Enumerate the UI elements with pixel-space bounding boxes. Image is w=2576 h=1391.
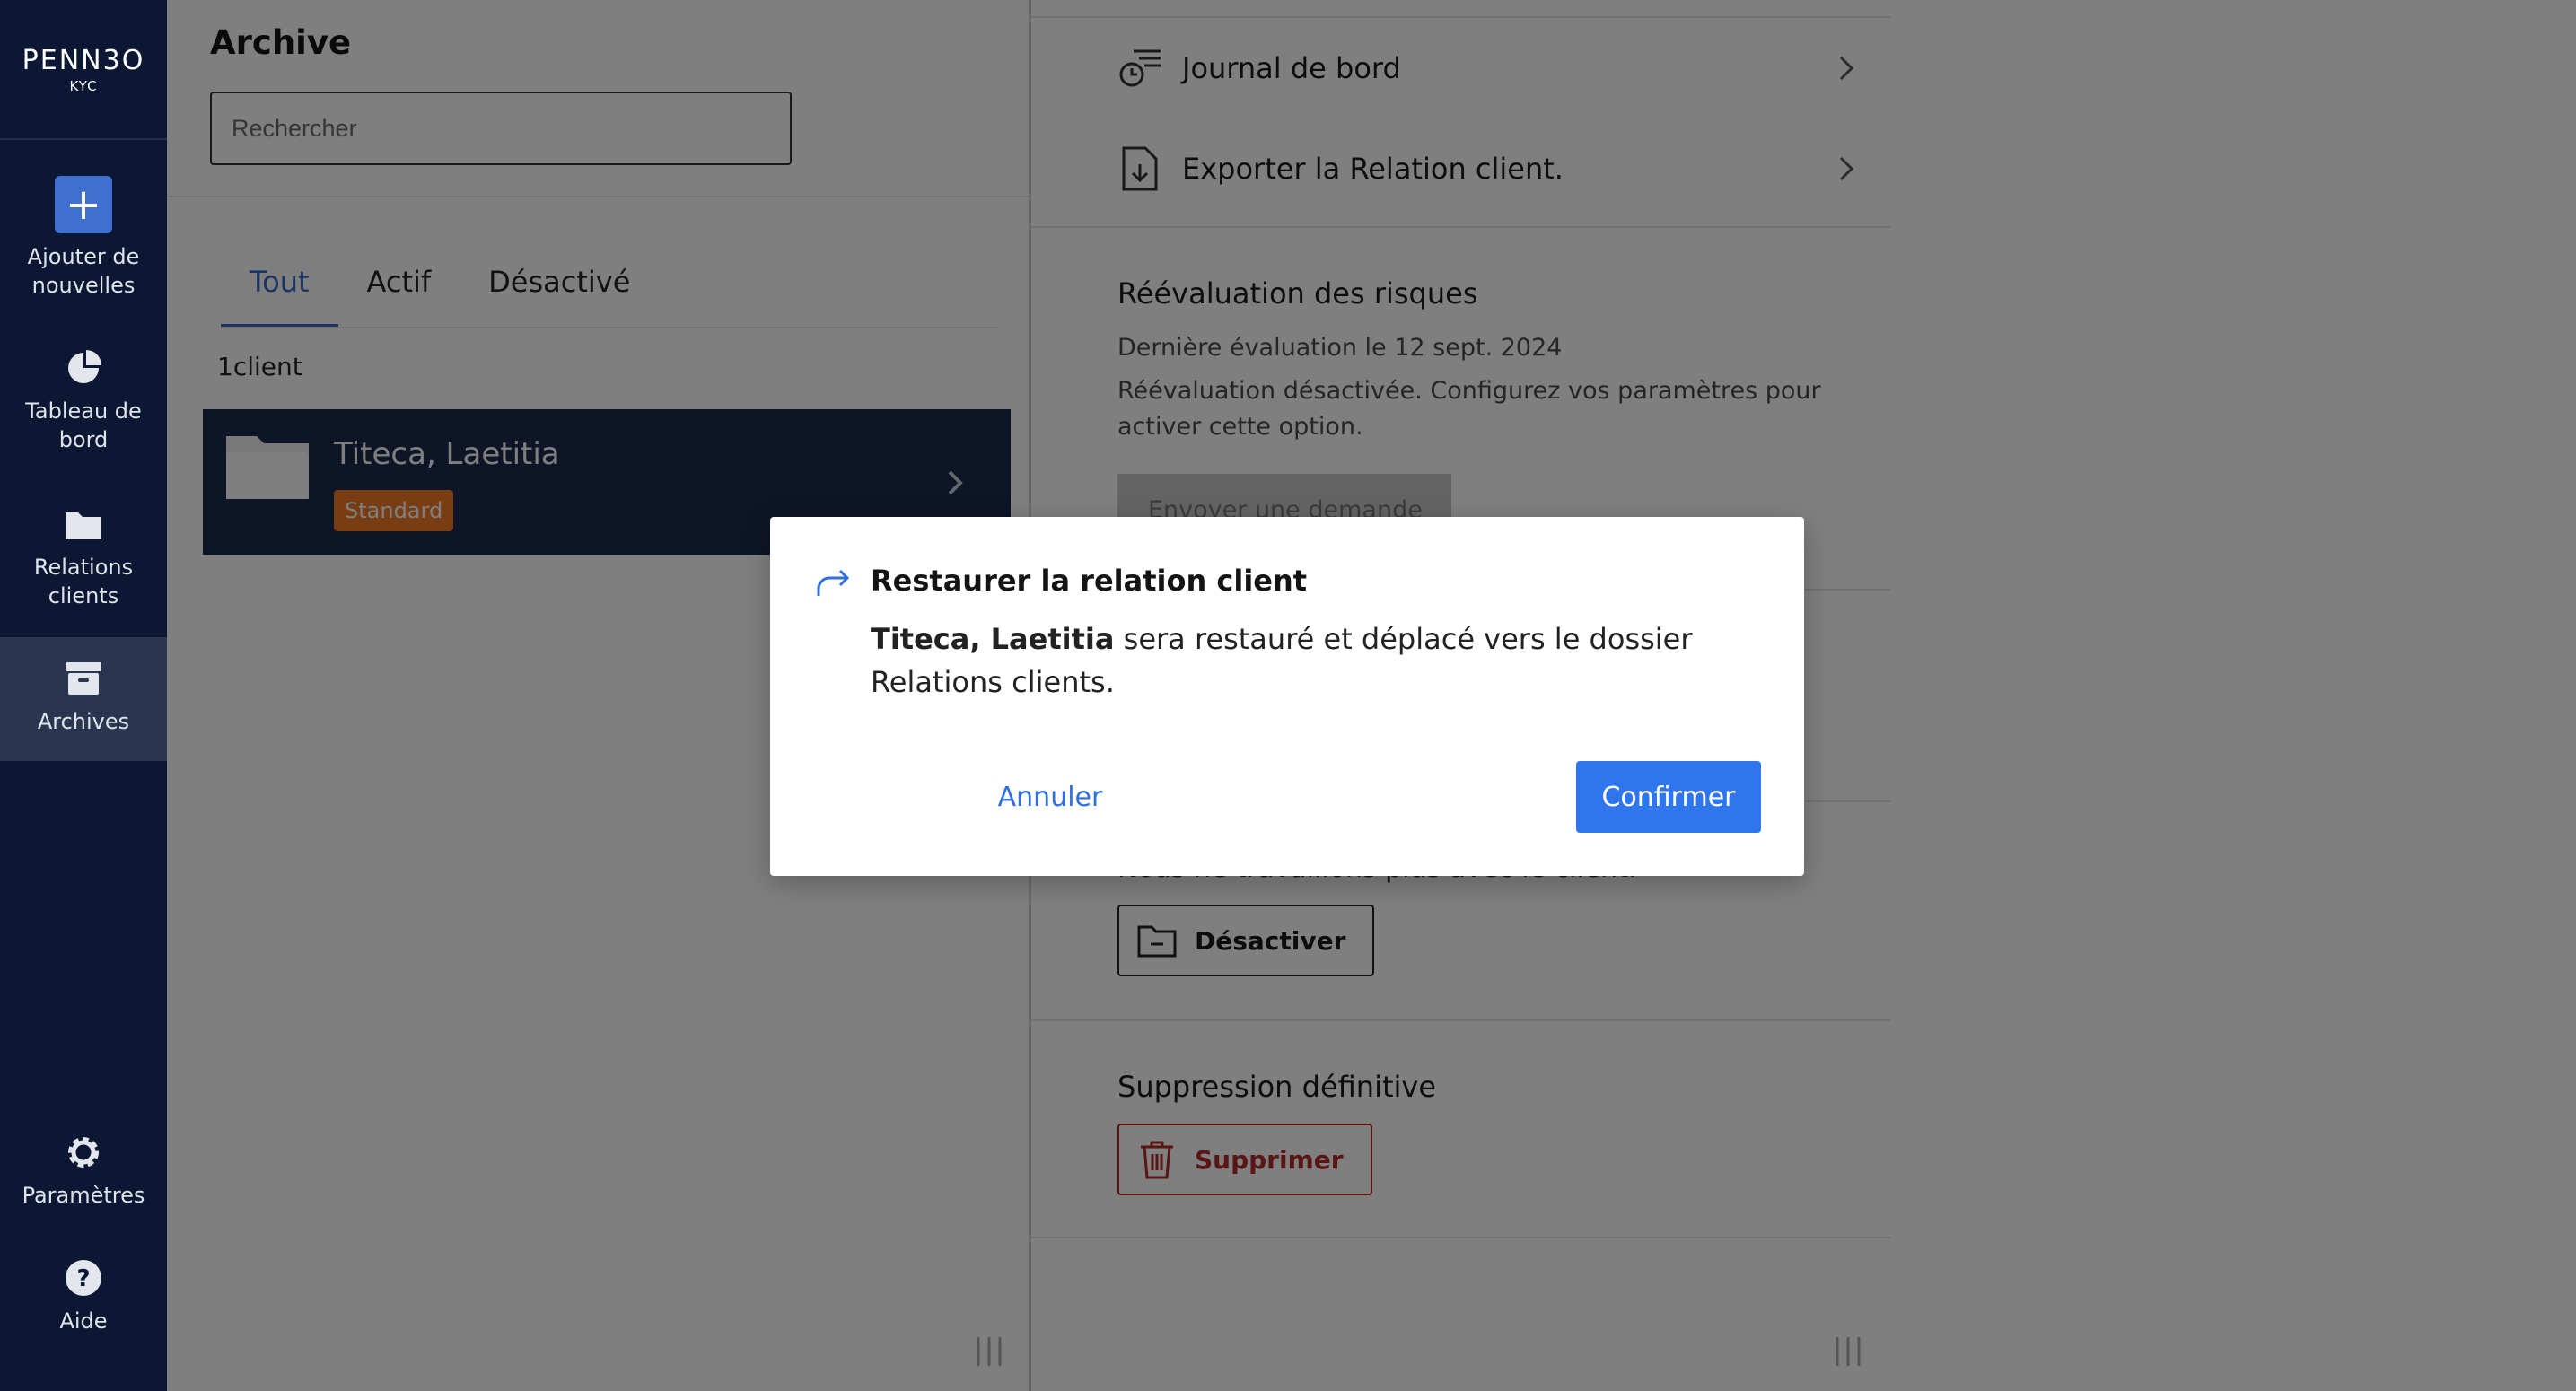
help-icon: ?	[64, 1258, 103, 1298]
sidebar-item-label: clients	[48, 583, 119, 608]
dialog-title: Restaurer la relation client	[871, 564, 1308, 598]
sidebar-item-help[interactable]: ? Aide	[0, 1258, 167, 1335]
sidebar-item-label: nouvelles	[31, 273, 136, 298]
sidebar-item-clients[interactable]: Relations clients	[0, 504, 167, 610]
pie-chart-icon	[64, 348, 103, 388]
logo-subtext: KYC	[69, 77, 98, 94]
archive-box-icon	[64, 659, 103, 698]
redo-arrow-icon	[817, 569, 850, 596]
dialog-message: Titeca, Laetitia sera restauré et déplac…	[871, 617, 1768, 704]
sidebar-item-add[interactable]: + Ajouter de nouvelles	[0, 176, 167, 300]
folder-icon	[64, 504, 103, 544]
sidebar-item-label: bord	[58, 427, 109, 452]
sidebar: PENN3O KYC + Ajouter de nouvelles Tablea…	[0, 0, 167, 1391]
sidebar-item-dashboard[interactable]: Tableau de bord	[0, 348, 167, 454]
svg-text:?: ?	[76, 1265, 90, 1292]
sidebar-item-label: Relations	[33, 555, 134, 580]
gear-icon	[64, 1133, 103, 1172]
sidebar-item-archives[interactable]: Archives	[0, 637, 167, 761]
logo-text: PENN3O	[22, 44, 145, 76]
sidebar-item-label: Paramètres	[22, 1183, 145, 1208]
cancel-button[interactable]: Annuler	[987, 761, 1113, 833]
sidebar-item-label: Tableau de	[25, 398, 142, 424]
sidebar-item-label: Ajouter de	[27, 244, 140, 269]
plus-icon: +	[55, 176, 112, 233]
app-logo[interactable]: PENN3O KYC	[0, 0, 167, 140]
sidebar-item-label: Aide	[59, 1308, 108, 1334]
sidebar-item-settings[interactable]: Paramètres	[0, 1133, 167, 1210]
dialog-client-name: Titeca, Laetitia	[871, 622, 1115, 656]
confirm-button[interactable]: Confirmer	[1576, 761, 1761, 833]
sidebar-item-label: Archives	[37, 709, 130, 734]
